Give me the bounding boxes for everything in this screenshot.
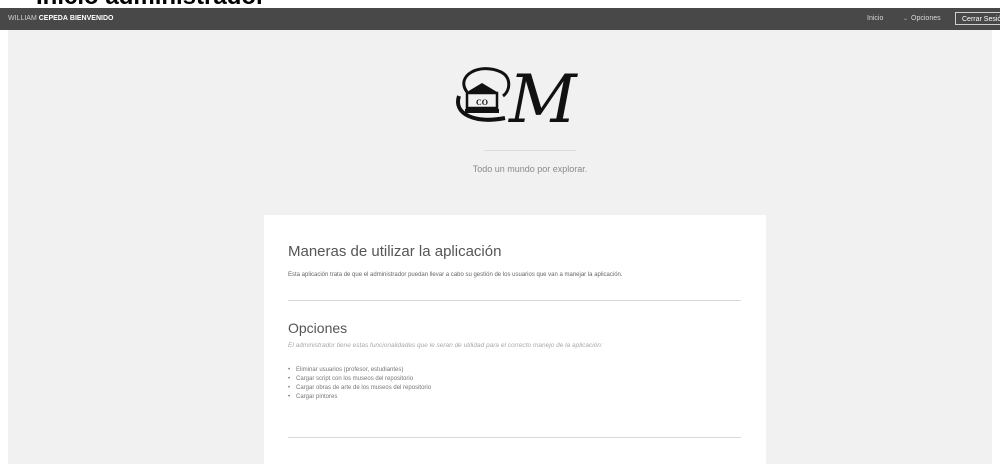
nav-opciones-label: Opciones	[911, 15, 941, 22]
list-item: Eliminar usuarios (profesor, estudiantes…	[288, 366, 431, 375]
usage-section-title: Maneras de utilizar la aplicación	[288, 243, 502, 260]
user-greeting: WILLIAM CEPEDA BIENVENIDO	[8, 8, 113, 30]
list-item: Cargar script con los museos del reposit…	[288, 375, 431, 384]
top-navbar: WILLIAM CEPEDA BIENVENIDO Inicio ⌄ Opcion…	[0, 8, 1000, 30]
section-divider	[288, 300, 741, 301]
building-icon: CO	[465, 83, 499, 113]
logout-button[interactable]: Cerrar Sesión	[955, 12, 1000, 25]
options-section-title: Opciones	[288, 320, 348, 336]
page-heading: Inicio administrador	[36, 0, 265, 9]
logo-monogram: M	[508, 61, 578, 134]
museum-logo: CO M	[456, 61, 578, 134]
usage-section-text: Esta aplicación trata de que el administ…	[288, 272, 623, 278]
nav-inicio-link[interactable]: Inicio	[867, 8, 883, 30]
header-divider	[484, 150, 576, 151]
tagline: Todo un mundo por explorar.	[472, 164, 588, 174]
section-divider	[288, 437, 741, 438]
logo-building-text: CO	[476, 98, 488, 107]
nav-opciones-dropdown[interactable]: ⌄ Opciones	[903, 8, 941, 30]
user-last-name: CEPEDA	[38, 15, 68, 22]
list-item: Cargar obras de arte de los museos del r…	[288, 384, 431, 393]
welcome-label: BIENVENIDO	[69, 15, 114, 22]
options-section-subtitle: El administrador tiene estas funcionalid…	[288, 342, 603, 349]
options-list: Eliminar usuarios (profesor, estudiantes…	[288, 366, 431, 402]
list-item: Cargar pintores	[288, 393, 431, 402]
info-card: Maneras de utilizar la aplicación Esta a…	[264, 215, 766, 464]
user-first-name: WILLIAM	[8, 15, 37, 22]
chevron-down-icon: ⌄	[903, 16, 909, 22]
